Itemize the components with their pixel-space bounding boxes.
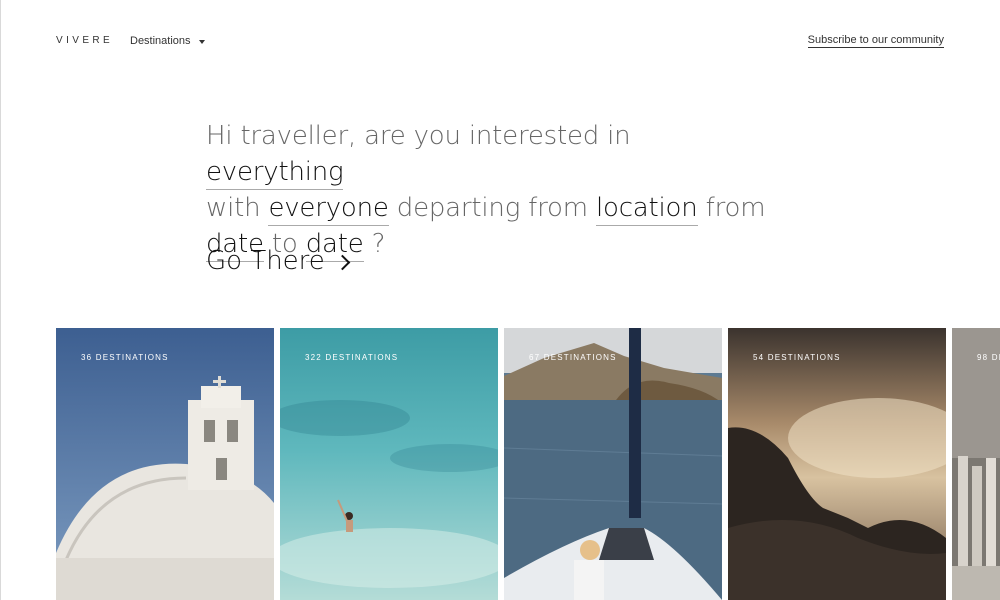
destinations-dropdown[interactable]: Destinations (130, 35, 205, 47)
company-selector[interactable]: everyone (268, 193, 389, 226)
hero-intro: Hi traveller, are you interested in (206, 121, 631, 151)
hero-question-mark: ? (371, 229, 386, 259)
card-count: 67 DESTINATIONS (529, 353, 617, 362)
go-there-label: Go There (206, 246, 325, 276)
hero-departing: departing from (396, 193, 588, 223)
sunset-cliffs-image (728, 328, 946, 600)
go-there-button[interactable]: Go There (206, 246, 351, 276)
card-sailboat[interactable]: 67 DESTINATIONS (504, 328, 722, 600)
card-church[interactable]: 36 DESTINATIONS (56, 328, 274, 600)
hero-from: from (705, 193, 766, 223)
chevron-right-icon (334, 254, 351, 270)
logo[interactable]: VIVERE (56, 35, 113, 46)
sailboat-bow-bay-image (504, 328, 722, 600)
destinations-label: Destinations (130, 35, 191, 47)
swimmer-turquoise-sea-image (280, 328, 498, 600)
card-sea[interactable]: 322 DESTINATIONS (280, 328, 498, 600)
caret-down-icon (198, 39, 205, 44)
subscribe-link[interactable]: Subscribe to our community (807, 34, 944, 48)
top-nav: VIVERE Destinations Subscribe to our com… (0, 0, 1000, 80)
church-bell-tower-image (56, 328, 274, 600)
card-columns[interactable]: 98 DESTINATIONS (952, 328, 1000, 600)
destination-cards: 36 DESTINATIONS 322 DESTINATIONS 67 DEST… (56, 328, 1000, 600)
search-sentence: Hi traveller, are you interested in ever… (206, 118, 766, 262)
activity-selector[interactable]: everything (206, 157, 344, 190)
card-sunset[interactable]: 54 DESTINATIONS (728, 328, 946, 600)
ancient-columns-image (952, 328, 1000, 600)
location-selector[interactable]: location (595, 193, 698, 226)
card-count: 322 DESTINATIONS (305, 353, 399, 362)
card-count: 98 DESTINATIONS (977, 353, 1000, 362)
card-count: 36 DESTINATIONS (81, 353, 169, 362)
hero-with: with (206, 193, 261, 223)
left-border (0, 0, 1, 600)
card-count: 54 DESTINATIONS (753, 353, 841, 362)
